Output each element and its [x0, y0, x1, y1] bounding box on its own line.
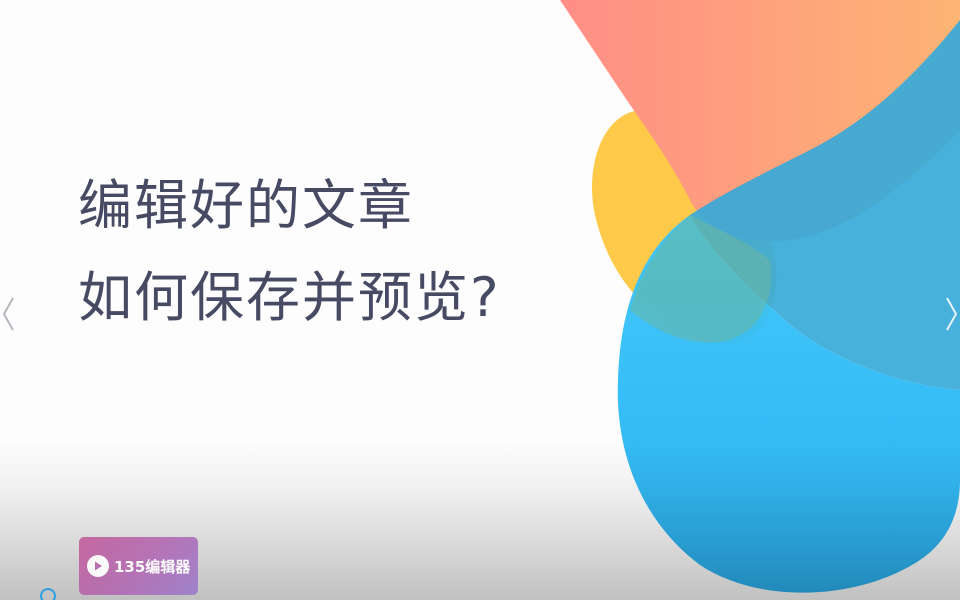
watermark-badge: 135编辑器	[79, 537, 198, 595]
play-icon	[87, 555, 109, 577]
previous-slide-button[interactable]	[0, 292, 18, 336]
corner-loading-icon	[40, 588, 56, 600]
chevron-left-icon	[2, 297, 14, 331]
title-line-2: 如何保存并预览?	[78, 266, 501, 329]
chevron-right-icon	[946, 297, 958, 331]
slide-canvas: 编辑好的文章 如何保存并预览? 135编辑器	[0, 0, 960, 600]
slide-title: 编辑好的文章 如何保存并预览?	[78, 160, 501, 344]
next-slide-button[interactable]	[942, 292, 960, 336]
title-line-1: 编辑好的文章	[78, 174, 414, 237]
watermark-label: 135编辑器	[114, 557, 191, 576]
